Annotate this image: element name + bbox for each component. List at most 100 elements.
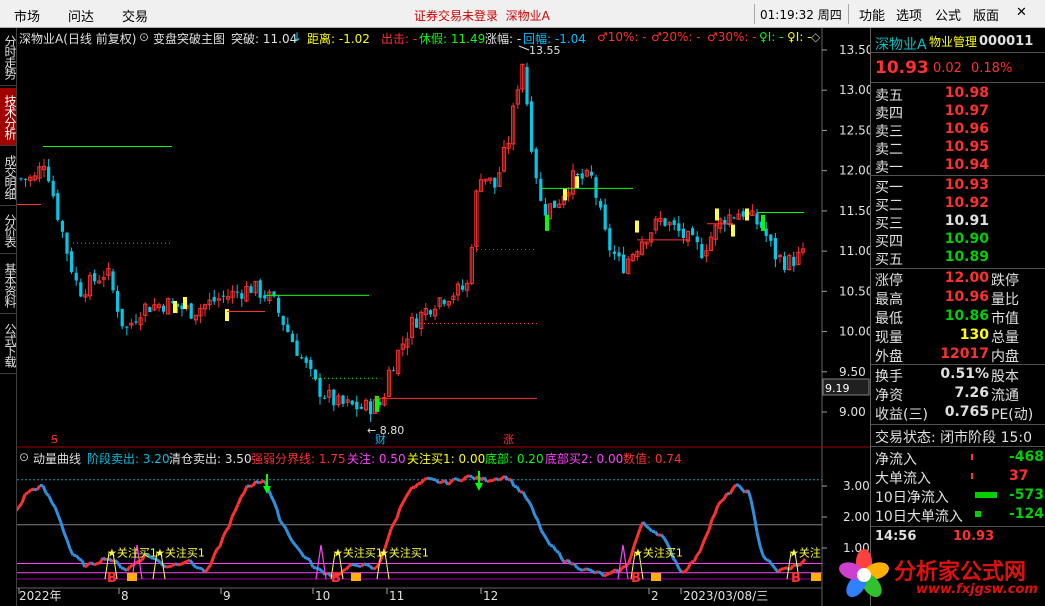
bottom-box-icon [127,573,137,581]
candle-body [539,178,543,201]
menu-layout[interactable]: 版面 [973,5,999,24]
candle-body [134,321,138,323]
momentum-segment [53,506,60,516]
menu-formula[interactable]: 公式 [935,5,961,24]
menu-trade[interactable]: 交易 [122,6,148,25]
candle-body [70,251,74,273]
sell-level-1[interactable]: 卖一 10.94 [871,156,1045,176]
momentum-segment [707,518,714,531]
momentum-segment [389,522,396,530]
indicator-dropdown[interactable]: ⊙ [139,30,149,44]
indicator-title[interactable]: 动量曲线 [33,450,81,467]
tick-time: 14:56 [875,529,917,544]
cursor-value: 9.19 [825,382,850,395]
momentum-segment [239,492,246,499]
sell-level-2[interactable]: 卖二 10.95 [871,138,1045,158]
momentum-segment [293,543,300,550]
tab-trades[interactable]: 成交明细 [0,148,17,206]
buy-level-2[interactable]: 买二 10.92 [871,194,1045,214]
sell-level-4[interactable]: 卖四 10.97 [871,102,1045,122]
candle-body [111,271,115,291]
candle-body [553,200,557,208]
momentum-segment [728,487,735,495]
momentum-segment [227,516,234,528]
menu-wenda[interactable]: 问达 [68,6,94,25]
momentum-segment [78,557,83,562]
momentum-segment [290,540,297,546]
attention-value: 关注: 0.50 [347,452,406,466]
stat-label: 最高 [875,292,903,308]
momentum-segment [215,545,222,551]
price-tick-label: 10.50 [839,284,870,298]
candle-body [212,297,216,302]
divider [871,82,1045,83]
candle-body [617,252,621,257]
chart-title[interactable]: 深物业A(日线 前复权) [19,30,136,47]
candle-body [773,238,777,260]
momentum-segment [677,567,684,574]
candle-body [543,203,547,216]
momentum-segment [44,492,51,498]
attention-buy-label: ★关注 [789,546,821,560]
indicator-name[interactable]: 变盘突破主图 [153,30,225,47]
menu-function[interactable]: 功能 [859,5,885,24]
momentum-segment [398,501,405,509]
candle-body [355,401,359,410]
buy-level-3[interactable]: 买三 10.91 [871,212,1045,232]
buy-level-4[interactable]: 买四 10.90 [871,230,1045,250]
momentum-segment [65,539,72,550]
buy-level-5[interactable]: 买五 10.89 [871,248,1045,268]
momentum-segment [368,564,375,571]
buy-level-1[interactable]: 买一 10.93 [871,176,1045,196]
close-icon[interactable]: ✕ [1016,5,1027,20]
momentum-segment [306,556,311,562]
misc1-value: ♀I: - [759,30,784,44]
sell-level-3[interactable]: 卖三 10.96 [871,120,1045,140]
momentum-segment [438,480,443,485]
stat-label-2: 量比 [991,292,1019,308]
indicator-dropdown-icon[interactable]: ⊙ [19,450,29,464]
momentum-segment [576,566,581,571]
momentum-segment [482,476,489,483]
attention-buy-text: 关注买1 [643,546,683,560]
menu-market[interactable]: 市场 [14,6,40,25]
momentum-segment [218,536,225,547]
quote-stock-name[interactable]: 深物业A [875,34,927,54]
momentum-segment [135,560,140,565]
candle-body [341,395,345,404]
chart-area[interactable]: 13.55 ← 8.80 财涨 Ꞩ ★关注买1 ★关注买1 ★关注买1 ★关注买1 ★关注买1… [17,28,870,606]
quote-industry[interactable]: 物业管理 [929,33,977,50]
flow-value: 37 [1009,468,1029,484]
buy-price: 10.89 [944,249,989,265]
tab-technical[interactable]: 技术分析 [0,88,17,146]
indicator-tick-label: 3.00 [843,479,870,493]
distance-value: 距离: -1.02 [307,32,370,46]
momentum-segment [588,568,593,573]
attention-buy-text: 关注买1 [165,546,205,560]
candle-body [783,256,787,270]
momentum-segment [366,563,371,568]
login-status[interactable]: 证券交易未登录 深物业A [414,7,550,24]
sell-level-5[interactable]: 卖五 10.98 [871,84,1045,104]
momentum-segment [530,506,537,517]
tab-price-table[interactable]: 分价表 [0,208,17,254]
candle-body [599,201,603,208]
signal-candle [715,208,719,221]
kline-chart[interactable]: 13.55← 8.80财 涨Ꞩ ★关注买1★关注买1 ★关注买1★关注买1 ★关注买1… [17,28,870,606]
sell-label: 卖一 [875,160,903,176]
flow-label: 10日净流入 [875,490,949,506]
momentum-segment [423,476,428,481]
candle-body [74,272,78,281]
momentum-segment [206,563,213,570]
momentum-segment [404,491,411,498]
tab-formula-download[interactable]: 公式下载 [0,316,17,374]
momentum-segment [752,514,759,533]
candle-body [79,282,83,297]
bottom-buy2-value: 底部买2: 0.00 [545,452,624,466]
signal-candle [745,208,749,221]
menu-options[interactable]: 选项 [896,5,922,24]
momentum-segment [221,530,228,538]
tab-fundamentals[interactable]: 基本资料 [0,256,17,314]
tab-intraday[interactable]: 分时走势 [0,28,17,86]
momentum-segment [683,567,690,573]
